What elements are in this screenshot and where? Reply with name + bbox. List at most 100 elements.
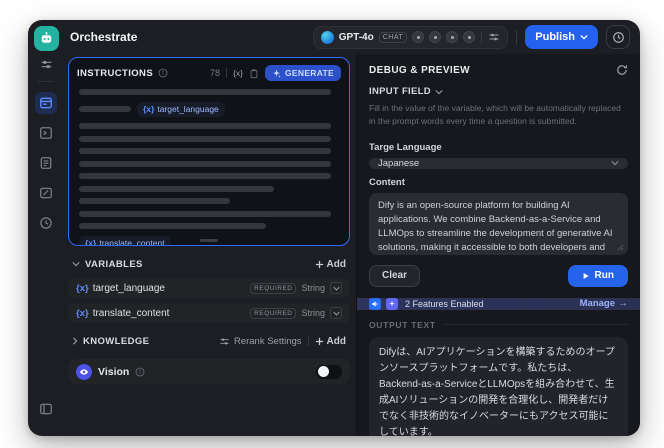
app-logo-robot-icon[interactable] xyxy=(33,26,59,51)
redacted-prompt-text: {x} target_language {x} translate_conten… xyxy=(69,86,349,246)
orchestrate-panel: INSTRUCTIONS 78 {x} GENERATE {x} target_… xyxy=(64,54,356,436)
play-icon xyxy=(583,272,589,279)
redacted-line xyxy=(79,106,131,112)
required-badge: REQUIRED xyxy=(250,282,297,294)
content-field-label: Content xyxy=(369,176,405,188)
content-textarea[interactable]: Dify is an open-source platform for buil… xyxy=(369,192,628,255)
redacted-line xyxy=(79,223,267,229)
feature-suggest-icon xyxy=(386,297,398,310)
instructions-editor[interactable]: INSTRUCTIONS 78 {x} GENERATE {x} target_… xyxy=(68,57,350,246)
topbar-divider xyxy=(516,29,518,45)
variables-section-header: VARIABLES Add xyxy=(68,255,350,273)
rail-preview-terminal-icon[interactable] xyxy=(35,122,57,144)
input-field-title: INPUT FIELD xyxy=(369,86,431,97)
info-icon[interactable] xyxy=(135,367,145,377)
variable-token: {x} xyxy=(76,282,89,294)
chevron-down-icon xyxy=(580,34,588,40)
variable-type-dropdown-icon[interactable] xyxy=(330,307,342,319)
redacted-line xyxy=(79,89,332,95)
features-enabled-text: 2 Features Enabled xyxy=(405,298,484,309)
variable-chip-translate-content[interactable]: {x} translate_content xyxy=(79,235,171,246)
version-history-button[interactable] xyxy=(606,25,630,49)
run-button[interactable]: Run xyxy=(567,264,628,287)
chevron-down-icon xyxy=(72,262,80,267)
variable-token: {x} xyxy=(85,238,97,246)
rerank-label: Rerank Settings xyxy=(233,335,302,347)
variable-name: translate_content xyxy=(92,307,170,319)
add-label: Add xyxy=(326,258,346,270)
rail-history-clock-icon[interactable] xyxy=(35,212,57,234)
redacted-line xyxy=(79,173,332,179)
output-title: OUTPUT TEXT xyxy=(369,319,436,330)
top-bar: Orchestrate GPT-4o CHAT Publish xyxy=(64,20,640,54)
variable-row-target-language[interactable]: {x} target_language REQUIRED String xyxy=(68,278,350,298)
variable-chip-target-language[interactable]: {x} target_language xyxy=(137,101,225,117)
variable-type-dropdown-icon[interactable] xyxy=(330,282,342,294)
header-divider xyxy=(226,68,228,78)
publish-label: Publish xyxy=(535,31,575,43)
rail-annotation-icon[interactable] xyxy=(35,182,57,204)
clear-button[interactable]: Clear xyxy=(369,264,421,287)
rail-divider xyxy=(38,81,54,82)
instructions-header: INSTRUCTIONS 78 {x} GENERATE xyxy=(69,58,349,86)
output-divider xyxy=(443,324,628,325)
character-count: 78 xyxy=(210,68,221,78)
sparkle-icon xyxy=(273,69,281,77)
plus-icon xyxy=(315,260,323,268)
add-label: Add xyxy=(326,335,346,347)
language-select-value: Japanese xyxy=(378,157,420,169)
textarea-resize-handle[interactable] xyxy=(617,244,624,251)
feature-speech-icon xyxy=(369,297,381,310)
model-capability-icon-4 xyxy=(463,31,476,43)
rail-collapse-sidebar-icon[interactable] xyxy=(35,398,57,420)
refresh-icon[interactable] xyxy=(616,64,628,76)
variables-title: VARIABLES xyxy=(85,258,143,270)
add-variable-button[interactable]: Add xyxy=(315,259,346,270)
copy-icon[interactable] xyxy=(249,68,259,79)
redacted-line xyxy=(79,160,332,167)
output-section-header: OUTPUT TEXT xyxy=(369,320,628,330)
vision-toggle[interactable] xyxy=(316,364,342,379)
manage-features-button[interactable]: Manage → xyxy=(580,298,628,309)
eye-icon xyxy=(76,363,92,380)
chip-divider xyxy=(481,31,483,43)
input-field-description: Fill in the value of the variable, which… xyxy=(369,103,621,126)
debug-preview-panel: DEBUG & PREVIEW INPUT FIELD Fill in the … xyxy=(356,54,640,436)
rail-orchestrate-icon[interactable] xyxy=(35,92,57,114)
editor-resize-handle[interactable] xyxy=(200,239,218,242)
model-name: GPT-4o xyxy=(338,31,374,43)
redacted-line xyxy=(79,210,332,217)
vision-label: Vision xyxy=(98,365,130,378)
variable-type: String xyxy=(301,308,325,318)
chevron-right-icon xyxy=(73,337,78,345)
output-text: Difyは、AIアプリケーションを構築するためのオープンソースプラットフォームで… xyxy=(369,336,628,436)
manage-label: Manage xyxy=(579,298,615,309)
variable-name: target_language xyxy=(92,282,165,294)
generate-button[interactable]: GENERATE xyxy=(265,65,341,81)
insert-variable-button[interactable]: {x} xyxy=(233,68,243,78)
sidebar-rail xyxy=(28,20,64,436)
required-badge: REQUIRED xyxy=(250,307,297,319)
add-knowledge-button[interactable]: Add xyxy=(315,336,346,347)
plus-icon xyxy=(315,337,323,345)
variable-token: {x} xyxy=(143,104,155,114)
input-field-section[interactable]: INPUT FIELD xyxy=(369,86,628,97)
chevron-down-icon xyxy=(435,89,443,94)
rerank-settings-button[interactable]: Rerank Settings xyxy=(219,336,302,347)
redacted-line xyxy=(79,198,230,204)
info-icon[interactable] xyxy=(158,68,168,78)
language-select[interactable]: Japanese xyxy=(369,157,628,169)
model-parameters-tune-icon[interactable] xyxy=(488,31,500,43)
variable-name: translate_content xyxy=(99,238,165,246)
redacted-line xyxy=(79,135,332,142)
instructions-title: INSTRUCTIONS xyxy=(77,67,154,79)
variable-row-translate-content[interactable]: {x} translate_content REQUIRED String xyxy=(68,303,350,323)
model-selector[interactable]: GPT-4o CHAT xyxy=(312,25,509,49)
rail-tune-icon[interactable] xyxy=(40,58,53,71)
publish-button[interactable]: Publish xyxy=(525,25,598,49)
run-label: Run xyxy=(594,270,614,281)
redacted-line xyxy=(79,123,332,129)
rail-logs-document-icon[interactable] xyxy=(35,152,57,174)
knowledge-section-header: KNOWLEDGE Rerank Settings Add xyxy=(68,332,350,350)
app-window: Orchestrate GPT-4o CHAT Publish INSTRUCT… xyxy=(28,20,640,436)
